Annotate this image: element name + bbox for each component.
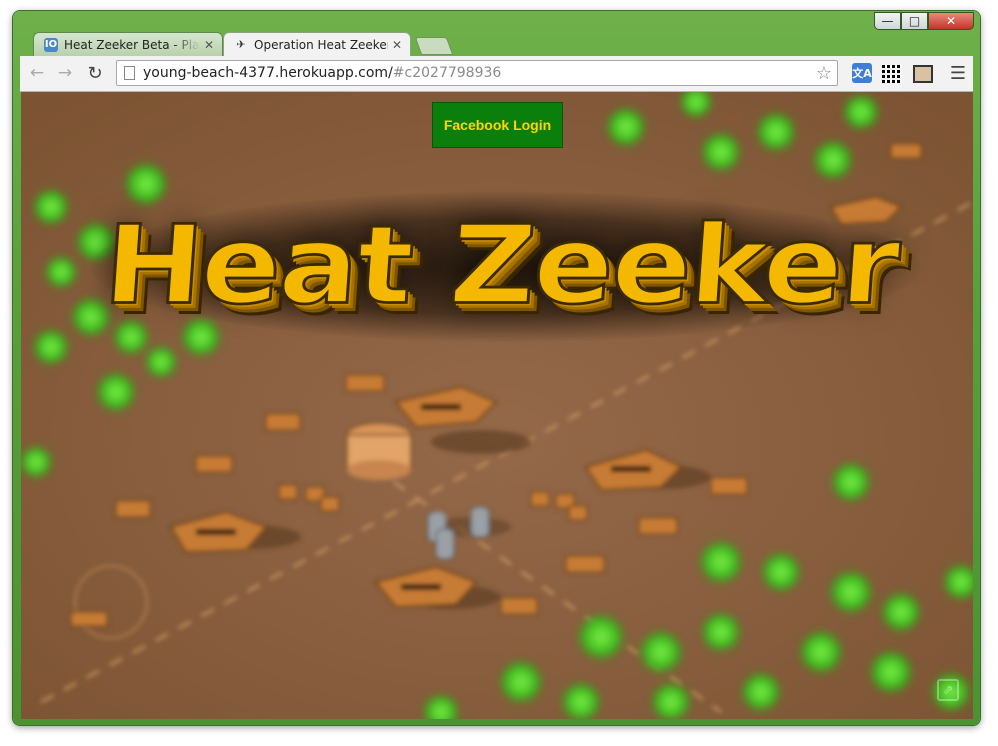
close-window-button[interactable]: ✕ bbox=[928, 12, 974, 30]
bookmark-star-icon[interactable]: ☆ bbox=[816, 63, 832, 84]
screenshot-extension-icon[interactable] bbox=[913, 65, 933, 83]
new-tab-button[interactable] bbox=[414, 37, 454, 55]
share-icon[interactable]: ⇗ bbox=[937, 679, 959, 701]
game-viewport[interactable]: Heat Zeeker Facebook Login ⇗ bbox=[21, 92, 973, 719]
back-arrow-icon[interactable]: ← bbox=[26, 62, 48, 84]
tab-title: Operation Heat Zeeker bbox=[254, 37, 388, 52]
player-io-icon: IO bbox=[44, 37, 58, 52]
close-tab-icon[interactable]: ✕ bbox=[204, 38, 214, 52]
browser-toolbar: ← → ↻ young-beach-4377.herokuapp.com/ #c… bbox=[20, 56, 973, 92]
game-scene bbox=[21, 92, 973, 719]
maximize-button[interactable]: □ bbox=[901, 12, 928, 30]
qr-code-icon[interactable] bbox=[882, 63, 902, 83]
forward-arrow-icon[interactable]: → bbox=[54, 62, 76, 84]
tab-operation-heat-zeeker[interactable]: ✈ Operation Heat Zeeker ✕ bbox=[223, 32, 411, 56]
minimize-button[interactable]: — bbox=[874, 12, 901, 30]
tab-heat-zeeker-beta[interactable]: IO Heat Zeeker Beta - Player. ✕ bbox=[33, 32, 223, 56]
facebook-login-button[interactable]: Facebook Login bbox=[432, 102, 563, 148]
reload-icon[interactable]: ↻ bbox=[84, 62, 106, 84]
tab-title: Heat Zeeker Beta - Player. bbox=[64, 37, 200, 52]
address-bar[interactable]: young-beach-4377.herokuapp.com/ #c202779… bbox=[116, 60, 838, 86]
close-tab-icon[interactable]: ✕ bbox=[392, 38, 402, 52]
url-host: young-beach-4377.herokuapp.com/ bbox=[143, 65, 393, 81]
menu-icon[interactable]: ☰ bbox=[948, 63, 968, 84]
window-controls: — □ ✕ bbox=[874, 12, 974, 30]
page-icon bbox=[124, 66, 135, 80]
translate-icon[interactable]: 文A bbox=[852, 63, 872, 83]
heat-zeeker-logo: Heat Zeeker bbox=[99, 200, 904, 330]
heat-zeeker-favicon: ✈ bbox=[236, 38, 246, 51]
url-fragment: #c2027798936 bbox=[392, 65, 502, 81]
